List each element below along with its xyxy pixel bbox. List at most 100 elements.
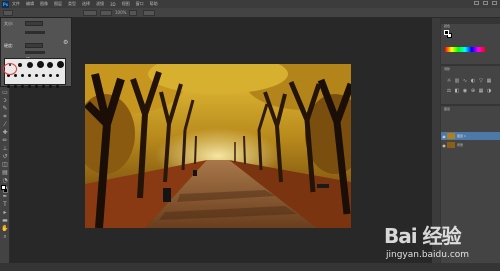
options-bar: 100% [0, 8, 500, 18]
brush-preset[interactable] [40, 84, 47, 90]
maximize-button[interactable] [483, 1, 488, 5]
brush-preset[interactable] [54, 84, 61, 90]
brush-preset[interactable] [19, 84, 26, 90]
minimize-button[interactable] [474, 1, 479, 5]
layer-name: 背景 [457, 143, 464, 147]
menu-item-type[interactable]: 类型 [68, 1, 76, 7]
photoshop-window: Ps 文件 编辑 图像 图层 类型 选择 滤镜 3D 视图 窗口 帮助 100%… [0, 0, 500, 271]
size-label: 大小: [4, 21, 14, 26]
photo-filter-icon[interactable]: ◉ [461, 88, 469, 94]
eyedropper-tool-icon[interactable]: ⁄ [0, 121, 10, 129]
menu-item-image[interactable]: 图像 [40, 1, 48, 7]
mode-dropdown[interactable] [83, 9, 97, 16]
color-balance-icon[interactable]: ⚖ [445, 88, 453, 94]
hand-tool-icon[interactable]: ✋ [0, 225, 10, 233]
brush-preset[interactable] [19, 73, 26, 79]
pen-tool-icon[interactable]: ✒ [0, 193, 10, 201]
black-white-icon[interactable]: ◧ [453, 88, 461, 94]
brush-preset[interactable] [45, 60, 55, 70]
selected-preset-highlight [3, 63, 17, 75]
brush-preset[interactable] [5, 84, 12, 90]
menu-item-help[interactable]: 帮助 [150, 1, 158, 7]
layer-thumbnail [447, 142, 455, 148]
brush-preset[interactable] [40, 73, 47, 79]
color-spectrum[interactable] [445, 47, 485, 52]
brush-preset[interactable] [35, 60, 45, 70]
app-logo: Ps [2, 0, 9, 8]
adjustments-panel-title[interactable]: 调整 [444, 67, 450, 72]
brush-preset[interactable] [54, 73, 61, 79]
menu-item-view[interactable]: 视图 [122, 1, 130, 7]
window-controls [474, 1, 497, 5]
brush-preset[interactable] [33, 73, 40, 79]
layer-row[interactable]: ◉ 图层 1 [441, 132, 500, 140]
layer-thumbnail [447, 133, 455, 139]
layer-name: 图层 1 [457, 134, 466, 138]
stamp-tool-icon[interactable]: ⊥ [0, 145, 10, 153]
size-slider[interactable] [25, 31, 45, 34]
history-brush-tool-icon[interactable]: ↺ [0, 153, 10, 161]
path-select-tool-icon[interactable]: ▸ [0, 209, 10, 217]
eraser-tool-icon[interactable]: ◫ [0, 161, 10, 169]
foreground-color-swatch[interactable] [1, 185, 6, 190]
exposure-icon[interactable]: ◐ [469, 78, 477, 84]
brush-preset[interactable] [26, 73, 33, 79]
hardness-input[interactable]: 0% [25, 43, 43, 60]
hue-saturation-icon[interactable]: ▦ [485, 78, 493, 84]
adjustment-icons: ☼ ▥ ∿ ◐ ▽ ▦ ⚖ ◧ ◉ ⊕ ▦ ◑ [445, 78, 493, 94]
healing-tool-icon[interactable]: ✚ [0, 129, 10, 137]
blur-tool-icon[interactable]: ◔ [0, 177, 10, 185]
tool-preset-picker[interactable] [3, 9, 13, 16]
image-canvas[interactable] [85, 64, 351, 228]
brush-tool-icon[interactable]: ✏ [0, 137, 10, 145]
vibrance-icon[interactable]: ▽ [477, 78, 485, 84]
zoom-tool-icon[interactable]: ⌕ [0, 233, 10, 241]
menu-item-filter[interactable]: 滤镜 [96, 1, 104, 7]
color-panel-title[interactable]: 颜色 [444, 24, 450, 29]
adjustments-panel: 调整 ☼ ▥ ∿ ◐ ▽ ▦ ⚖ ◧ ◉ ⊕ ▦ ◑ [441, 66, 500, 104]
autumn-avenue-photo [85, 64, 351, 228]
quick-select-tool-icon[interactable]: ✎ [0, 105, 10, 113]
gradient-tool-icon[interactable]: ▤ [0, 169, 10, 177]
menu-item-file[interactable]: 文件 [12, 1, 20, 7]
type-tool-icon[interactable]: T [0, 201, 10, 209]
brush-preset[interactable] [12, 84, 19, 90]
brightness-icon[interactable]: ☼ [445, 78, 453, 84]
brush-preset[interactable] [55, 60, 65, 70]
brush-preset[interactable] [33, 84, 40, 90]
gear-icon[interactable]: ⚙ [63, 39, 68, 46]
close-button[interactable] [492, 1, 497, 5]
menu-item-window[interactable]: 窗口 [136, 1, 144, 7]
brush-preset-picker: 大小: 硬度: 0% ⚙ [0, 17, 72, 90]
brush-preset[interactable] [47, 73, 54, 79]
baidu-watermark: Bai 经验 jingyan.baidu.com [384, 220, 494, 268]
levels-icon[interactable]: ▥ [453, 78, 461, 84]
layer-row[interactable]: ◉ 背景 [441, 141, 500, 149]
channel-mixer-icon[interactable]: ⊕ [469, 88, 477, 94]
size-input[interactable] [25, 21, 43, 26]
menu-item-layer[interactable]: 图层 [54, 1, 62, 7]
color-panel: 颜色 [441, 24, 500, 64]
brush-preset[interactable] [47, 84, 54, 90]
menu-item-edit[interactable]: 编辑 [26, 1, 34, 7]
watermark-logo: Bai 经验 [384, 224, 462, 248]
lasso-tool-icon[interactable]: ↄ [0, 97, 10, 105]
layers-panel-title[interactable]: 图层 [444, 107, 450, 112]
hardness-slider[interactable] [25, 51, 45, 54]
crop-tool-icon[interactable]: ⌗ [0, 113, 10, 121]
flow-field[interactable] [143, 9, 156, 16]
menu-item-select[interactable]: 选择 [82, 1, 90, 7]
foreground-color-chip[interactable] [444, 30, 449, 35]
opacity-field[interactable] [100, 9, 112, 16]
curves-icon[interactable]: ∿ [461, 78, 469, 84]
menu-bar: Ps 文件 编辑 图像 图层 类型 选择 滤镜 3D 视图 窗口 帮助 [0, 0, 500, 8]
pressure-toggle[interactable] [129, 9, 138, 16]
invert-icon[interactable]: ◑ [485, 88, 493, 94]
hardness-label: 硬度: [4, 43, 14, 48]
menu-item-3d[interactable]: 3D [110, 2, 116, 7]
color-lookup-icon[interactable]: ▦ [477, 88, 485, 94]
watermark-url: jingyan.baidu.com [386, 250, 470, 260]
brush-preset[interactable] [26, 84, 33, 90]
shape-tool-icon[interactable]: ▬ [0, 217, 10, 225]
brush-preset[interactable] [25, 60, 35, 70]
